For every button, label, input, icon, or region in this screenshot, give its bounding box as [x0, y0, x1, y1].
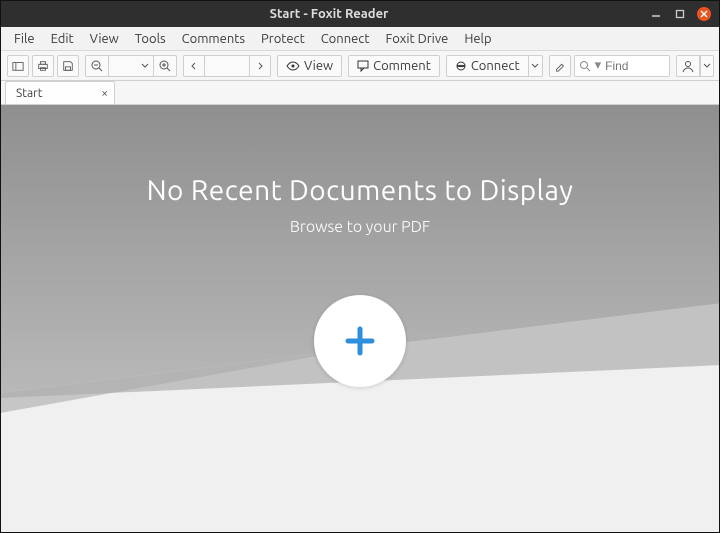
folder-icon — [12, 59, 24, 73]
next-page-button[interactable] — [249, 55, 271, 77]
connect-icon — [455, 60, 467, 72]
menu-file[interactable]: File — [7, 30, 42, 48]
titlebar: Start - Foxit Reader — [1, 1, 719, 27]
menu-connect[interactable]: Connect — [314, 30, 377, 48]
menu-tools[interactable]: Tools — [128, 30, 173, 48]
open-file-button[interactable] — [314, 295, 406, 387]
view-mode-label: View — [304, 59, 333, 73]
menu-view[interactable]: View — [83, 30, 126, 48]
start-subtitle: Browse to your PDF — [1, 218, 719, 236]
user-icon — [681, 59, 695, 73]
page-number-input[interactable] — [204, 55, 250, 77]
page-nav-group — [183, 55, 271, 77]
chevron-down-icon — [141, 62, 149, 70]
find-field[interactable]: ▾ — [574, 55, 671, 77]
zoom-in-icon — [158, 59, 172, 73]
eye-icon — [286, 61, 300, 71]
hero-text: No Recent Documents to Display Browse to… — [1, 175, 719, 236]
chevron-down-icon — [531, 62, 539, 70]
connect-dropdown[interactable] — [529, 55, 543, 77]
minimize-button[interactable] — [649, 7, 663, 21]
zoom-level-dropdown[interactable] — [108, 55, 154, 77]
toolbar: View Comment Connect ▾ — [1, 51, 719, 81]
prev-page-button[interactable] — [183, 55, 205, 77]
menu-foxit-drive[interactable]: Foxit Drive — [378, 30, 455, 48]
connect-button[interactable]: Connect — [446, 55, 529, 77]
find-input[interactable] — [605, 59, 665, 73]
account-group — [676, 55, 714, 77]
zoom-out-icon — [90, 59, 104, 73]
view-mode-button[interactable]: View — [277, 55, 342, 77]
plus-icon — [340, 321, 380, 361]
start-heading: No Recent Documents to Display — [1, 175, 719, 206]
search-icon — [579, 60, 591, 72]
highlight-tool-button[interactable] — [549, 55, 571, 77]
chevron-left-icon — [189, 61, 199, 71]
menu-protect[interactable]: Protect — [254, 30, 312, 48]
account-dropdown[interactable] — [700, 55, 714, 77]
tab-label: Start — [16, 87, 42, 100]
close-tab-icon[interactable]: × — [101, 87, 108, 100]
window-controls — [649, 7, 711, 21]
menu-help[interactable]: Help — [457, 30, 498, 48]
comment-mode-label: Comment — [373, 59, 431, 73]
app-window: Start - Foxit Reader File Edit View Tool… — [0, 0, 720, 533]
chevron-down-icon — [703, 62, 711, 70]
menu-edit[interactable]: Edit — [44, 30, 81, 48]
maximize-button[interactable] — [673, 7, 687, 21]
document-tabs: Start × — [1, 81, 719, 105]
connect-group: Connect — [446, 55, 543, 77]
comment-mode-button[interactable]: Comment — [348, 55, 440, 77]
close-button[interactable] — [697, 7, 711, 21]
start-page: No Recent Documents to Display Browse to… — [1, 105, 719, 532]
account-button[interactable] — [676, 55, 700, 77]
save-button[interactable] — [57, 55, 79, 77]
zoom-group — [85, 55, 177, 77]
window-title: Start - Foxit Reader — [9, 7, 649, 21]
open-button[interactable] — [7, 55, 29, 77]
menu-comments[interactable]: Comments — [175, 30, 252, 48]
menubar: File Edit View Tools Comments Protect Co… — [1, 27, 719, 51]
print-icon — [37, 59, 49, 73]
comment-icon — [357, 60, 369, 72]
tab-start[interactable]: Start × — [5, 81, 115, 104]
chevron-right-icon — [255, 61, 265, 71]
print-button[interactable] — [32, 55, 54, 77]
zoom-in-button[interactable] — [153, 55, 177, 77]
connect-label: Connect — [471, 59, 520, 73]
zoom-out-button[interactable] — [85, 55, 109, 77]
save-icon — [62, 59, 74, 73]
highlight-icon — [554, 59, 566, 73]
